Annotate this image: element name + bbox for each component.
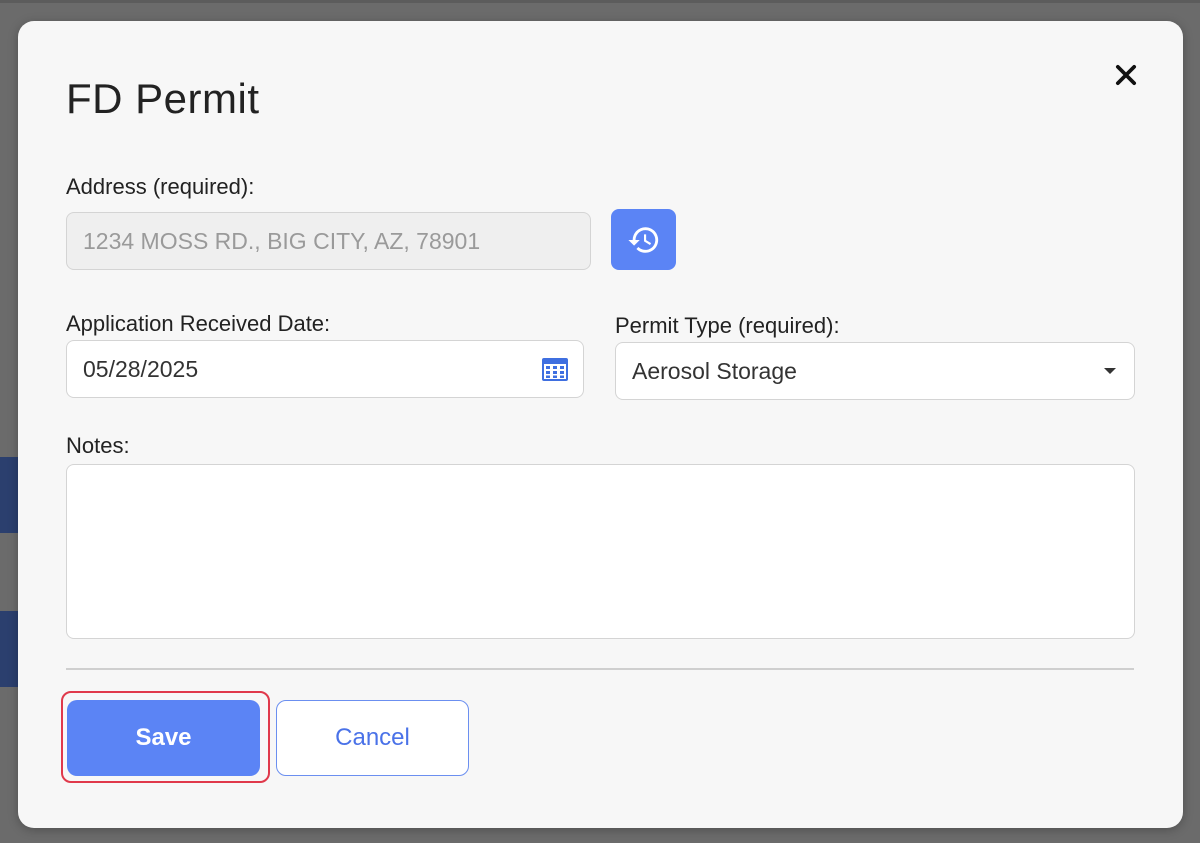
- save-button[interactable]: Save: [67, 700, 260, 776]
- backdrop-panel: [0, 457, 18, 533]
- permit-type-label: Permit Type (required):: [615, 313, 840, 338]
- address-label: Address (required):: [66, 174, 255, 199]
- received-date-value: 05/28/2025: [83, 355, 199, 382]
- close-button[interactable]: [1112, 61, 1140, 89]
- permit-type-value: Aerosol Storage: [632, 357, 797, 384]
- chevron-down-icon: [1104, 368, 1116, 374]
- fd-permit-dialog: FD Permit Address (required): 1234 MOSS …: [18, 21, 1183, 828]
- history-icon: [627, 226, 658, 253]
- footer-divider: [66, 668, 1134, 670]
- close-icon: [1115, 64, 1137, 86]
- dialog-title: FD Permit: [66, 75, 260, 122]
- notes-label: Notes:: [66, 433, 130, 458]
- received-date-label: Application Received Date:: [66, 311, 331, 336]
- address-history-button[interactable]: [611, 209, 676, 270]
- notes-textarea[interactable]: [66, 464, 1135, 639]
- backdrop-divider: [0, 0, 1200, 3]
- permit-type-select[interactable]: Aerosol Storage: [615, 342, 1135, 400]
- address-field[interactable]: 1234 MOSS RD., BIG CITY, AZ, 78901: [66, 212, 591, 270]
- address-value: 1234 MOSS RD., BIG CITY, AZ, 78901: [83, 227, 481, 254]
- received-date-input[interactable]: 05/28/2025: [66, 340, 584, 398]
- cancel-button[interactable]: Cancel: [276, 700, 469, 776]
- backdrop-panel: [0, 611, 18, 687]
- calendar-icon[interactable]: [541, 356, 569, 382]
